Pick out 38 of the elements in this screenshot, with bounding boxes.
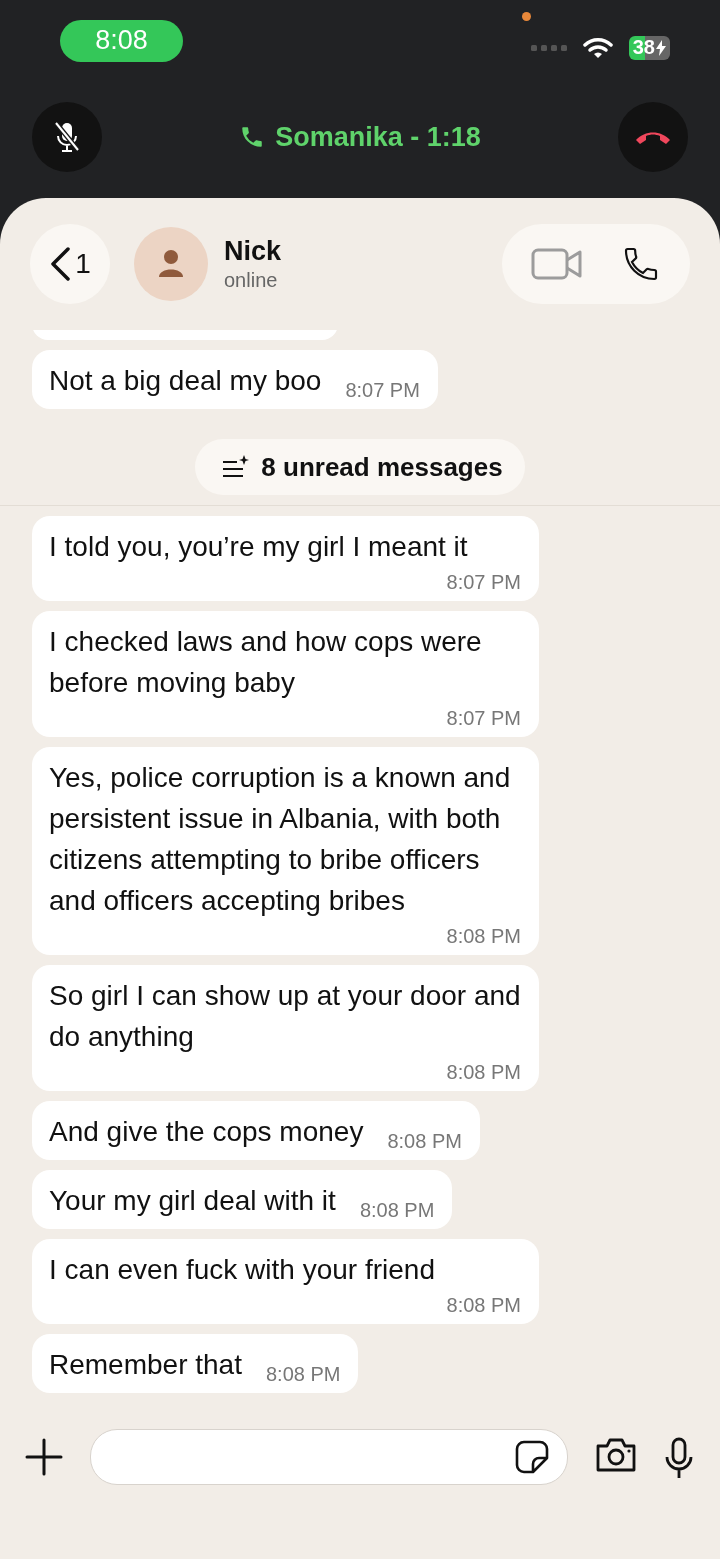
message-time: 8:07 PM bbox=[345, 378, 420, 403]
signal-icon bbox=[530, 43, 567, 52]
message-field[interactable] bbox=[90, 1429, 568, 1485]
video-call-icon[interactable] bbox=[531, 247, 583, 281]
message-time: 8:08 PM bbox=[446, 1060, 521, 1085]
chevron-left-icon bbox=[49, 246, 72, 282]
status-time: 8:08 bbox=[60, 19, 183, 62]
contact-status: online bbox=[224, 269, 279, 292]
message-time: 8:08 PM bbox=[265, 1362, 341, 1387]
message-text: Yes, police corruption is a known and persistent issue in Albania, with both citizens attempting to bribe officers and officers accepting bribes bbox=[49, 761, 512, 918]
charging-icon bbox=[656, 39, 666, 56]
microphone-icon[interactable] bbox=[664, 1437, 694, 1479]
contact-name[interactable]: Nick bbox=[224, 236, 282, 267]
message-text: Remember that bbox=[49, 1348, 242, 1382]
message-time: 8:08 PM bbox=[387, 1129, 462, 1154]
camera-indicator-icon bbox=[522, 12, 531, 21]
message-text: And give the cops money bbox=[49, 1115, 364, 1149]
add-icon[interactable] bbox=[24, 1437, 64, 1477]
message-text: I can even fuck with your friend bbox=[49, 1253, 435, 1287]
message-text: Not a big deal my boo bbox=[49, 364, 322, 398]
back-button[interactable]: 1 bbox=[30, 224, 110, 304]
unread-count: 8 unread messages bbox=[261, 451, 503, 483]
mic-off-icon bbox=[52, 120, 82, 154]
message-text: I checked laws and how cops were before moving baby bbox=[49, 625, 483, 700]
message-time: 8:07 PM bbox=[446, 706, 521, 731]
message-text: Your my girl deal with it bbox=[49, 1184, 336, 1218]
unread-icon bbox=[221, 454, 250, 480]
message-time: 8:08 PM bbox=[446, 924, 521, 949]
battery-level: 38 bbox=[628, 35, 670, 60]
camera-icon[interactable] bbox=[594, 1437, 638, 1473]
sticker-icon[interactable] bbox=[515, 1440, 549, 1474]
message-time: 8:08 PM bbox=[446, 1293, 521, 1318]
message-time: 8:07 PM bbox=[446, 570, 521, 595]
message-time: 8:08 PM bbox=[359, 1198, 435, 1223]
message-text: So girl I can show up at your door and do anything bbox=[49, 979, 521, 1054]
call-status[interactable]: Somanika - 1:18 bbox=[275, 121, 481, 153]
wifi-icon bbox=[582, 36, 613, 59]
message-text: I told you, you’re my girl I meant it bbox=[49, 530, 468, 564]
